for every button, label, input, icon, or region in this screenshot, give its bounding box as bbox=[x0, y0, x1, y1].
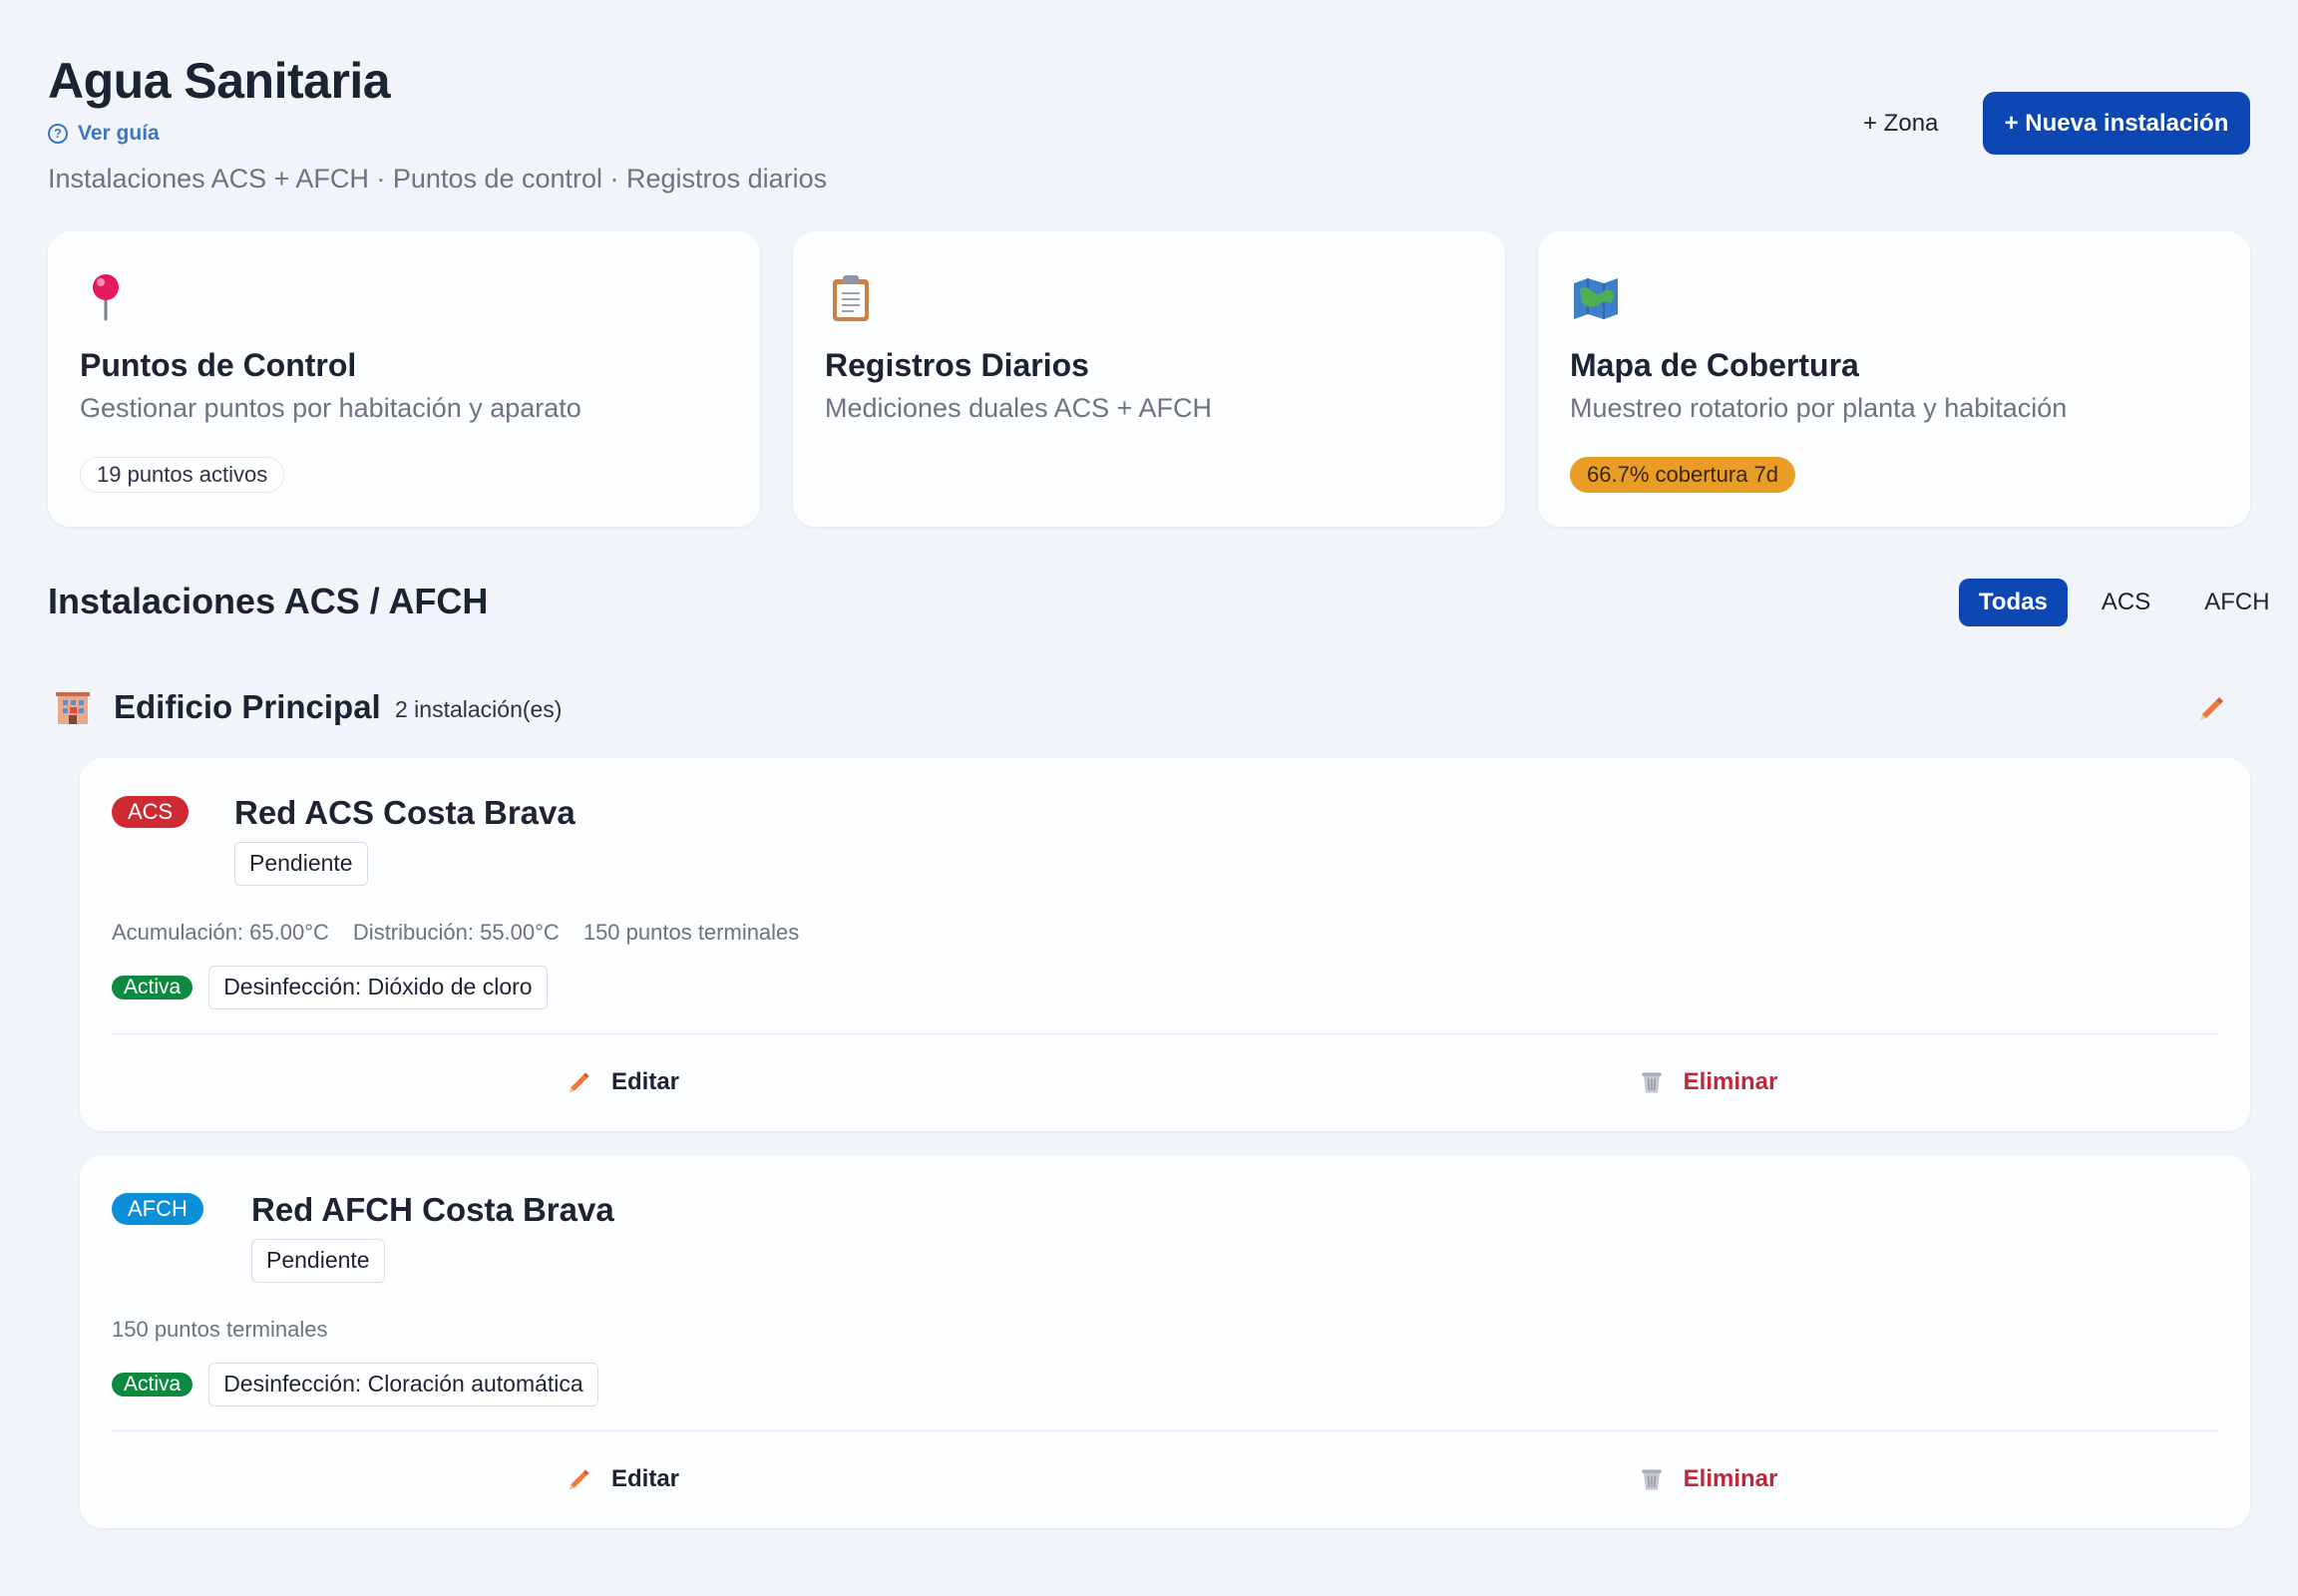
installation-actions: Editar Eliminar bbox=[80, 1430, 2250, 1528]
wastebasket-icon bbox=[1642, 1072, 1662, 1093]
agua-sanitaria-page: Agua Sanitaria ? Ver guía Instalaciones … bbox=[48, 0, 2270, 1528]
type-badge-acs: ACS bbox=[112, 796, 190, 828]
wastebasket-icon bbox=[1642, 1469, 1662, 1490]
control-points-card[interactable]: Puntos de Control Gestionar puntos por h… bbox=[48, 231, 760, 527]
view-guide-label: Ver guía bbox=[78, 122, 160, 145]
card-title: Registros Diarios bbox=[825, 347, 1089, 383]
installation-card-acs: ACS Red ACS Costa Brava Pendiente Acumul… bbox=[80, 758, 2250, 1131]
installation-count: 2 instalación(es) bbox=[395, 696, 563, 722]
pencil-icon bbox=[569, 1469, 589, 1490]
pushpin-icon bbox=[93, 274, 119, 321]
edit-label: Editar bbox=[610, 1068, 679, 1095]
coverage-map-card[interactable]: Mapa de Cobertura Muestreo rotatorio por… bbox=[1538, 231, 2250, 527]
card-title: Puntos de Control bbox=[80, 347, 357, 383]
delete-button[interactable]: Eliminar bbox=[1165, 1033, 2250, 1131]
active-badge: Activa bbox=[112, 976, 193, 999]
status-badge: Pendiente bbox=[234, 842, 368, 886]
status-badge: Pendiente bbox=[251, 1239, 385, 1283]
edit-building-pencil-icon[interactable] bbox=[2196, 692, 2228, 724]
add-zone-button[interactable]: + Zona bbox=[1863, 110, 1938, 138]
installation-tags: Activa Desinfección: Dióxido de cloro bbox=[112, 966, 548, 1009]
delete-label: Eliminar bbox=[1683, 1465, 1778, 1492]
page-subtitle: Instalaciones ACS + AFCH · Puntos de con… bbox=[48, 164, 828, 194]
map-icon bbox=[1574, 278, 1618, 319]
help-circle-icon: ? bbox=[48, 124, 68, 144]
terminal-points: 150 puntos terminales bbox=[582, 920, 800, 945]
installation-actions: Editar Eliminar bbox=[80, 1033, 2250, 1131]
installation-tags: Activa Desinfección: Cloración automátic… bbox=[112, 1363, 598, 1406]
filter-afch[interactable]: AFCH bbox=[2184, 579, 2289, 626]
card-description: Gestionar puntos por habitación y aparat… bbox=[80, 393, 581, 423]
delete-label: Eliminar bbox=[1683, 1068, 1778, 1095]
view-guide-link[interactable]: ? Ver guía bbox=[48, 122, 160, 146]
filter-acs[interactable]: ACS bbox=[2082, 579, 2170, 626]
distribution-temp: Distribución: 55.00°C bbox=[352, 920, 560, 945]
delete-button[interactable]: Eliminar bbox=[1165, 1430, 2250, 1528]
installation-name: Red ACS Costa Brava bbox=[234, 794, 575, 831]
page-header: Agua Sanitaria ? Ver guía Instalaciones … bbox=[48, 0, 2250, 231]
disinfection-tag: Desinfección: Cloración automática bbox=[208, 1363, 598, 1406]
terminal-points: 150 puntos terminales bbox=[112, 1317, 328, 1342]
active-badge: Activa bbox=[112, 1373, 193, 1396]
new-installation-button[interactable]: + Nueva instalación bbox=[1983, 92, 2250, 155]
installation-specs: 150 puntos terminales bbox=[112, 1317, 327, 1343]
installation-specs: Acumulación: 65.00°C Distribución: 55.00… bbox=[112, 920, 799, 946]
installation-card-afch: AFCH Red AFCH Costa Brava Pendiente 150 … bbox=[80, 1155, 2250, 1528]
building-icon bbox=[56, 692, 90, 724]
coverage-badge: 66.7% cobertura 7d bbox=[1570, 457, 1796, 493]
installation-name: Red AFCH Costa Brava bbox=[251, 1191, 614, 1228]
installation-type-filter: Todas ACS AFCH bbox=[1959, 579, 2290, 626]
edit-button[interactable]: Editar bbox=[80, 1430, 1165, 1528]
building-group-header: Edificio Principal 2 instalación(es) bbox=[48, 684, 2250, 732]
clipboard-icon bbox=[833, 275, 869, 321]
disinfection-tag: Desinfección: Dióxido de cloro bbox=[208, 966, 548, 1009]
card-title: Mapa de Cobertura bbox=[1570, 347, 1859, 383]
edit-label: Editar bbox=[610, 1465, 679, 1492]
daily-records-card[interactable]: Registros Diarios Mediciones duales ACS … bbox=[793, 231, 1505, 527]
accumulation-temp: Acumulación: 65.00°C bbox=[112, 920, 329, 945]
building-name: Edificio Principal bbox=[114, 688, 381, 725]
edit-button[interactable]: Editar bbox=[80, 1033, 1165, 1131]
card-description: Muestreo rotatorio por planta y habitaci… bbox=[1570, 393, 2068, 423]
filter-all[interactable]: Todas bbox=[1959, 579, 2068, 626]
type-badge-afch: AFCH bbox=[112, 1193, 203, 1225]
pencil-icon bbox=[569, 1072, 589, 1093]
installations-section-title: Instalaciones ACS / AFCH bbox=[48, 581, 489, 621]
card-description: Mediciones duales ACS + AFCH bbox=[825, 393, 1212, 423]
feature-cards: Puntos de Control Gestionar puntos por h… bbox=[48, 231, 2250, 527]
active-points-badge: 19 puntos activos bbox=[80, 457, 285, 493]
page-title: Agua Sanitaria bbox=[48, 53, 391, 109]
